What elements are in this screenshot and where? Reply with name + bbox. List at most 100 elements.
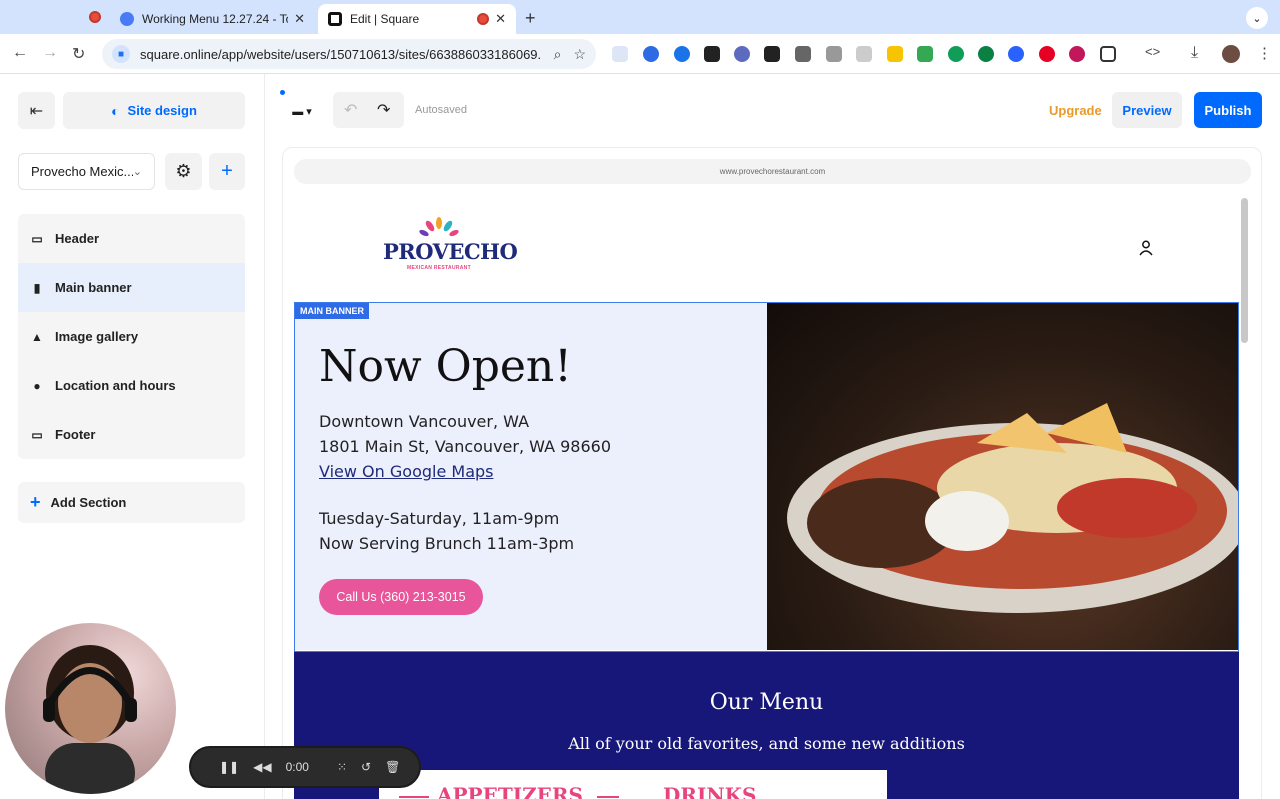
- apps-grid-icon[interactable]: [704, 46, 720, 62]
- site-selector[interactable]: Provecho Mexic... ⌄: [18, 153, 155, 190]
- reload-icon[interactable]: ↻: [72, 44, 85, 64]
- footer-icon: ▭: [31, 427, 43, 442]
- preview-scrollbar[interactable]: [1241, 198, 1248, 343]
- pinterest-icon[interactable]: [1039, 46, 1055, 62]
- site-info-icon[interactable]: ■: [112, 45, 130, 63]
- add-section-button[interactable]: + Add Section: [18, 482, 245, 523]
- device-preview-toggle[interactable]: ▬ ▾: [281, 94, 323, 128]
- add-page-button[interactable]: +: [209, 153, 245, 190]
- google-maps-link[interactable]: View On Google Maps: [319, 459, 611, 484]
- preview-button[interactable]: Preview: [1112, 92, 1182, 128]
- menu-section[interactable]: Our Menu All of your old favorites, and …: [294, 652, 1239, 799]
- section-item-main-banner[interactable]: ▮ Main banner: [18, 263, 245, 312]
- webcam-overlay: [5, 623, 176, 794]
- extension-icon[interactable]: [764, 46, 780, 62]
- trash-icon[interactable]: 🗑: [385, 760, 400, 774]
- recording-controls: ❚❚ ◀◀ 0:00 ⁙ ↺ 🗑: [189, 746, 421, 788]
- preview-url-bar: www.provechorestaurant.com: [294, 159, 1251, 184]
- bookmark-star-icon[interactable]: ☆: [573, 46, 586, 63]
- exit-editor-button[interactable]: ⇤: [18, 92, 55, 129]
- redo-icon[interactable]: ↷: [377, 100, 390, 120]
- browser-toolbar: ← → ↻ ■ square.online/app/website/users/…: [0, 34, 1280, 74]
- enchilada-plate-image: [787, 403, 1238, 613]
- profile-avatar[interactable]: [1222, 45, 1240, 63]
- upgrade-link[interactable]: Upgrade: [1049, 103, 1102, 118]
- close-tab-icon[interactable]: ✕: [495, 11, 506, 27]
- chevron-down-icon: ⌄: [132, 166, 142, 178]
- menu-title: Our Menu: [709, 690, 824, 715]
- gear-icon: ⚙: [175, 161, 192, 181]
- extension-icon[interactable]: [978, 46, 994, 62]
- divider: [399, 796, 429, 798]
- new-tab-icon[interactable]: +: [525, 8, 536, 29]
- publish-button[interactable]: Publish: [1194, 92, 1262, 128]
- browser-tab-active[interactable]: Edit | Square ✕: [318, 4, 516, 34]
- restart-icon[interactable]: ↺: [361, 760, 371, 774]
- hours-line: Now Serving Brunch 11am-3pm: [319, 534, 575, 553]
- back-icon[interactable]: ←: [12, 44, 28, 62]
- browser-menu-icon[interactable]: ⋮: [1257, 44, 1272, 62]
- section-label: Main banner: [55, 280, 132, 295]
- section-item-image-gallery[interactable]: ▲ Image gallery: [18, 312, 245, 361]
- extension-icon[interactable]: [734, 46, 750, 62]
- square-favicon-icon: [328, 12, 342, 26]
- site-design-button[interactable]: ◐ Site design: [63, 92, 245, 129]
- extension-icon[interactable]: [887, 46, 903, 62]
- bookmark-icon: ▮: [33, 280, 41, 295]
- section-label: Image gallery: [55, 329, 139, 344]
- code-icon[interactable]: <>: [1145, 44, 1160, 59]
- section-label: Footer: [55, 427, 96, 442]
- menu-category: DRINKS: [663, 783, 757, 799]
- location-pin-icon: ●: [33, 378, 41, 393]
- banner-hours: Tuesday-Saturday, 11am-9pm Now Serving B…: [319, 506, 574, 556]
- logo-tagline: MEXICAN RESTAURANT: [407, 265, 471, 271]
- drag-handle-icon[interactable]: ⁙: [337, 760, 347, 774]
- section-label: Header: [55, 231, 100, 246]
- menu-category: APPETIZERS: [437, 783, 583, 799]
- forward-icon[interactable]: →: [42, 44, 58, 62]
- banner-food-image[interactable]: [767, 303, 1238, 650]
- section-item-footer[interactable]: ▭ Footer: [18, 410, 245, 459]
- undo-redo-group: ↶ ↷: [333, 92, 404, 128]
- undo-icon[interactable]: ↶: [344, 100, 357, 120]
- banner-heading: Now Open!: [319, 341, 572, 392]
- tab-search-icon[interactable]: ⌄: [1246, 7, 1268, 29]
- tab-title: Working Menu 12.27.24 - Tou: [142, 12, 289, 26]
- site-design-label: Site design: [127, 103, 197, 118]
- extension-icon[interactable]: [1069, 46, 1085, 62]
- site-logo[interactable]: PROVECHO MEXICAN RESTAURANT: [383, 217, 518, 281]
- extensions-puzzle-icon[interactable]: [1100, 46, 1116, 62]
- tab-favicon-icon: [120, 12, 134, 26]
- account-icon[interactable]: [1139, 240, 1153, 256]
- camera-icon[interactable]: [826, 46, 842, 62]
- menu-subtitle: All of your old favorites, and some new …: [568, 734, 965, 753]
- extension-icon[interactable]: [948, 46, 964, 62]
- extension-icon[interactable]: [795, 46, 811, 62]
- extension-icon[interactable]: [612, 46, 628, 62]
- banner-text-panel: Now Open! Downtown Vancouver, WA 1801 Ma…: [295, 303, 767, 650]
- section-item-location-and-hours[interactable]: ● Location and hours: [18, 361, 245, 410]
- banner-address: Downtown Vancouver, WA 1801 Main St, Van…: [319, 409, 611, 484]
- call-us-button[interactable]: Call Us (360) 213-3015: [319, 579, 483, 615]
- divider: [597, 796, 619, 798]
- rewind-icon[interactable]: ◀◀: [253, 760, 271, 774]
- recording-indicator-icon: [89, 11, 101, 23]
- extension-icon[interactable]: [674, 46, 690, 62]
- presenter-video: [43, 645, 137, 794]
- address-bar[interactable]: ■ square.online/app/website/users/150710…: [102, 39, 596, 69]
- extension-icon[interactable]: [643, 46, 659, 62]
- browser-tab[interactable]: Working Menu 12.27.24 - Tou ✕: [110, 4, 315, 34]
- close-tab-icon[interactable]: ✕: [294, 11, 305, 27]
- zoom-icon[interactable]: ⌕: [554, 46, 562, 63]
- main-banner-section[interactable]: Now Open! Downtown Vancouver, WA 1801 Ma…: [294, 302, 1239, 652]
- extension-icon[interactable]: [917, 46, 933, 62]
- menu-card[interactable]: APPETIZERS DRINKS: [379, 770, 887, 799]
- download-icon[interactable]: ⤓: [1191, 44, 1198, 62]
- extension-icon[interactable]: [856, 46, 872, 62]
- extension-icon[interactable]: [1008, 46, 1024, 62]
- browser-tab-bar: Working Menu 12.27.24 - Tou ✕ Edit | Squ…: [0, 0, 1280, 34]
- section-item-header[interactable]: ▭ Header: [18, 214, 245, 263]
- pause-icon[interactable]: ❚❚: [219, 760, 239, 774]
- plus-icon: +: [221, 160, 233, 182]
- settings-button[interactable]: ⚙: [165, 153, 202, 190]
